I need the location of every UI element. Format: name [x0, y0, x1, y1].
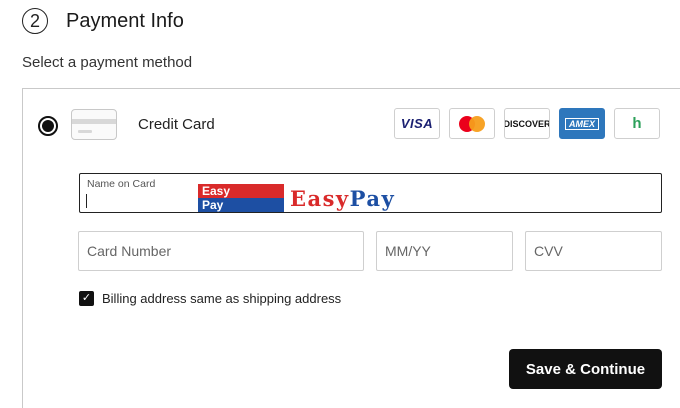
easypay-wordmark: EasyPay	[290, 186, 395, 211]
hb-logo-text: h	[632, 115, 642, 132]
text-caret	[86, 194, 87, 208]
credit-card-label: Credit Card	[138, 116, 215, 133]
cvv-field[interactable]	[525, 231, 662, 271]
credit-card-radio[interactable]	[38, 116, 58, 136]
discover-logo-icon: DISCOVER	[504, 108, 550, 139]
easypay-overlay-logo: Easy Pay EasyPay	[198, 184, 402, 212]
section-title: Payment Info	[66, 10, 184, 32]
mastercard-logo-icon	[449, 108, 495, 139]
billing-same-checkbox[interactable]: ✓	[79, 291, 94, 306]
easypay-wordmark-a: Easy	[290, 185, 350, 211]
visa-logo-text: VISA	[400, 116, 434, 131]
step-number-badge: 2	[22, 8, 48, 34]
save-continue-button[interactable]: Save & Continue	[509, 349, 662, 389]
radio-selected-dot	[42, 120, 54, 132]
credit-card-icon	[71, 109, 117, 140]
card-number-field[interactable]	[78, 231, 364, 271]
easypay-wordmark-b: Pay	[349, 185, 396, 211]
checkmark-icon: ✓	[81, 292, 92, 304]
visa-logo-icon: VISA	[394, 108, 440, 139]
name-on-card-label: Name on Card	[87, 178, 156, 190]
hb-logo-icon: h	[614, 108, 660, 139]
billing-same-label: Billing address same as shipping address	[102, 291, 342, 306]
expiry-field[interactable]	[376, 231, 513, 271]
discover-logo-text: DISCOVER	[504, 118, 550, 129]
easypay-badge-top: Easy	[198, 184, 284, 198]
easypay-badge-bottom: Pay	[198, 198, 284, 212]
easypay-badge: Easy Pay	[198, 184, 284, 212]
cvv-input[interactable]	[526, 232, 661, 270]
amex-logo-icon: AMEX	[559, 108, 605, 139]
step-number: 2	[29, 10, 40, 31]
expiry-input[interactable]	[377, 232, 512, 270]
payment-method-prompt: Select a payment method	[22, 54, 193, 71]
amex-logo-text: AMEX	[564, 117, 599, 130]
card-number-input[interactable]	[79, 232, 363, 270]
